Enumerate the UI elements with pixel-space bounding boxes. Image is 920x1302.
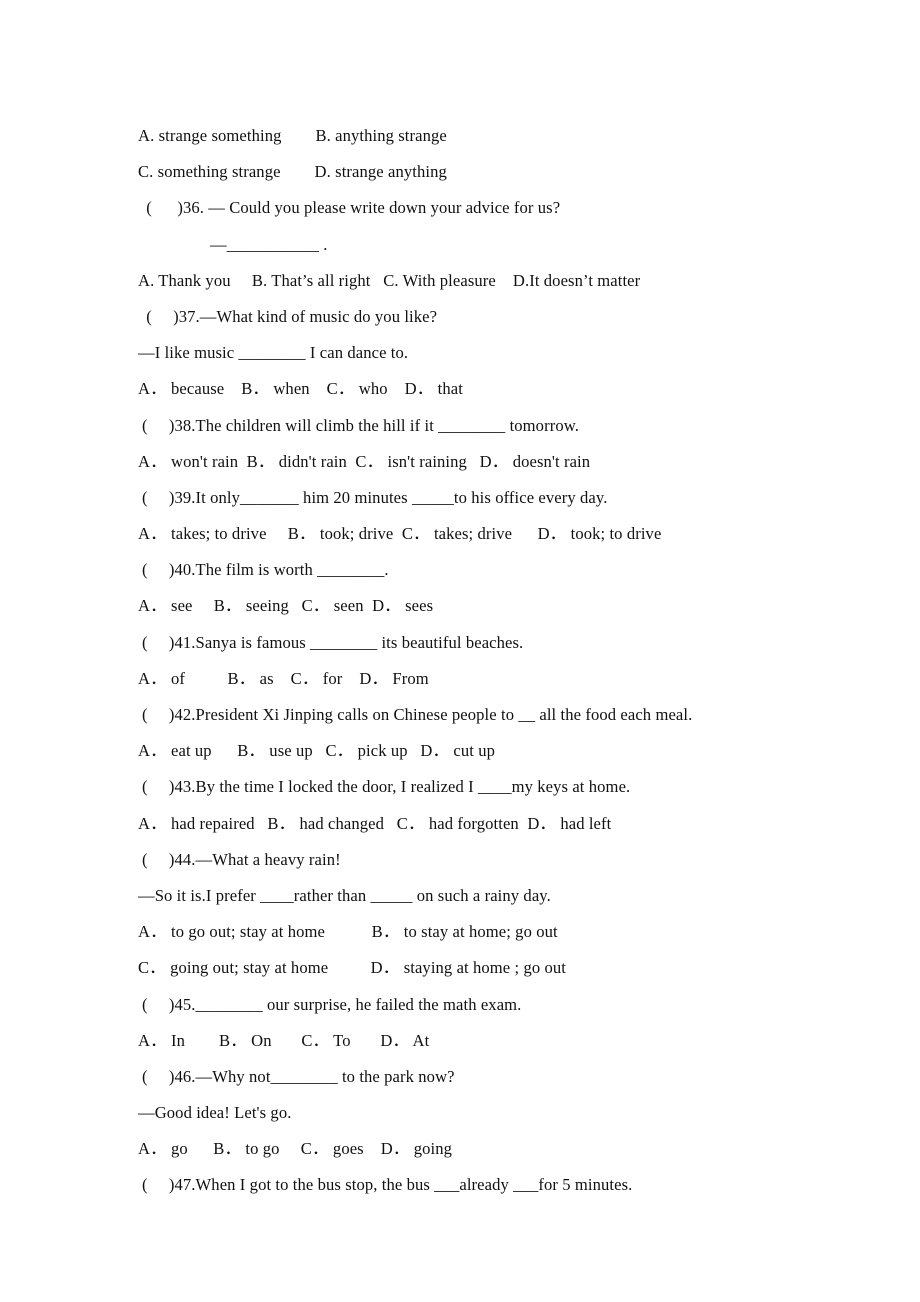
text-line-options: A． to go out; stay at home B． to stay at… xyxy=(138,922,558,942)
text-line-options: A. strange something B. anything strange xyxy=(138,126,447,145)
text-line-question-47: ( )47.When I got to the bus stop, the bu… xyxy=(142,1175,633,1195)
text-line-options: A． eat up B． use up C． pick up D． cut up xyxy=(138,741,496,761)
text-line-options: C． going out; stay at home D． staying at… xyxy=(138,958,567,978)
text-line-question-45: ( )45.________ our surprise, he failed t… xyxy=(142,994,522,1014)
text-line-options: A． won't rain B． didn't rain C． isn't ra… xyxy=(138,451,591,471)
text-line-options: A． takes; to drive B． took; drive C． tak… xyxy=(138,524,662,544)
text-line-options: A. Thank you B. That’s all right C. With… xyxy=(138,270,641,290)
document-page: A. strange something B. anything strange… xyxy=(0,0,920,1302)
text-line-question-40: ( )40.The film is worth ________. xyxy=(142,560,389,580)
text-line-options: A． of B． as C． for D． From xyxy=(138,668,429,688)
text-line-options: C. something strange D. strange anything xyxy=(138,162,447,182)
text-line-continuation-46: —Good idea! Let's go. xyxy=(138,1103,292,1123)
text-line-question-39: ( )39.It only_______ him 20 minutes ____… xyxy=(142,487,608,507)
text-line-question-37: ( )37.—What kind of music do you like? xyxy=(142,306,438,326)
text-line-question-44: ( )44.—What a heavy rain! xyxy=(142,849,341,869)
text-line-question-41: ( )41.Sanya is famous ________ its beaut… xyxy=(142,632,524,652)
text-line-question-42: ( )42.President Xi Jinping calls on Chin… xyxy=(142,705,693,724)
text-line-answer-blank-36: —___________ . xyxy=(210,234,328,254)
text-line-question-43: ( )43.By the time I locked the door, I r… xyxy=(142,777,631,797)
text-line-options: A． see B． seeing C． seen D． sees xyxy=(138,596,434,616)
text-line-options: A． had repaired B． had changed C． had fo… xyxy=(138,813,612,833)
text-line-options: A． because B． when C． who D． that xyxy=(138,379,463,399)
text-line-options: A． In B． On C． To D． At xyxy=(138,1030,430,1050)
text-line-question-36: ( )36. — Could you please write down you… xyxy=(142,198,561,218)
text-line-continuation-37: —I like music ________ I can dance to. xyxy=(138,343,409,363)
text-line-options: A． go B． to go C． goes D． going xyxy=(138,1139,453,1159)
text-line-question-38: ( )38.The children will climb the hill i… xyxy=(142,415,579,435)
text-line-continuation-44: —So it is.I prefer ____rather than _____… xyxy=(138,885,551,905)
document-text-body: A. strange something B. anything strange… xyxy=(138,118,878,1204)
text-line-question-46: ( )46.—Why not________ to the park now? xyxy=(142,1066,455,1086)
